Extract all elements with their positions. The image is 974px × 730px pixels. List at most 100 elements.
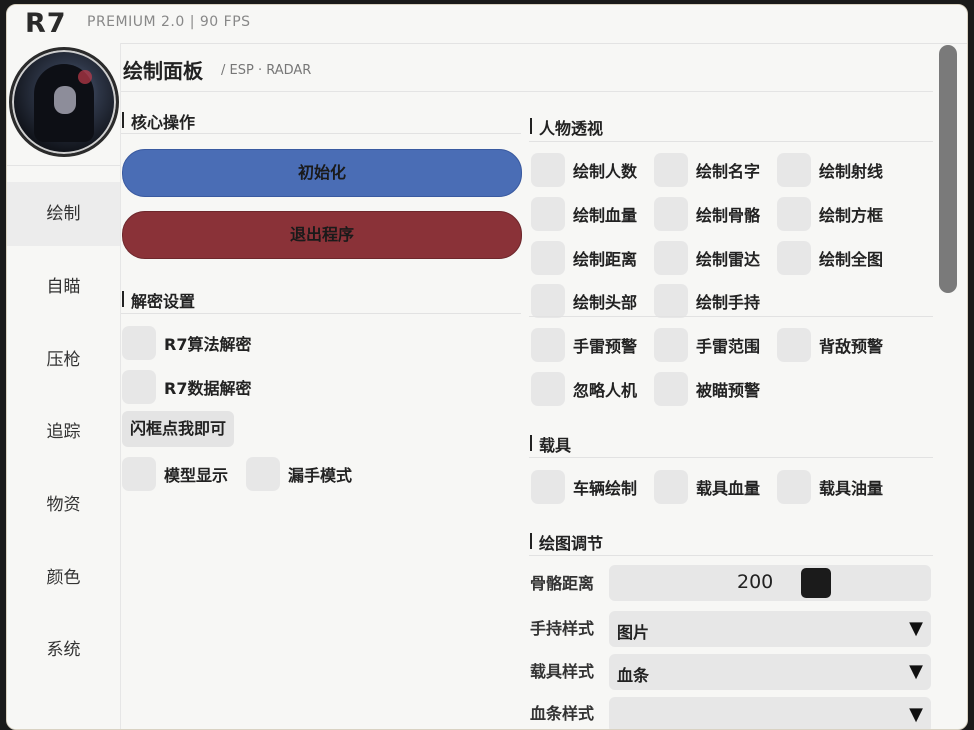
checkbox-box[interactable]	[777, 241, 811, 275]
sidebar-item-aimbot[interactable]: 自瞄	[7, 255, 120, 319]
checkbox-box[interactable]	[777, 470, 811, 504]
select-value: 图片	[617, 623, 650, 642]
sidebar-item-draw[interactable]: 绘制	[7, 182, 120, 246]
checkbox-label: 绘制雷达	[696, 250, 761, 269]
sidebar-item-colors[interactable]: 颜色	[7, 546, 120, 610]
checkbox-draw-name[interactable]: 绘制名字	[654, 153, 760, 187]
checkbox-box[interactable]	[654, 372, 688, 406]
avatar-glow	[78, 70, 92, 84]
scrollbar-thumb[interactable]	[939, 45, 957, 293]
checkbox-box[interactable]	[531, 153, 565, 187]
checkbox-box[interactable]	[246, 457, 280, 491]
select-value: 血条	[617, 666, 650, 685]
checkbox-aimed-warning[interactable]: 被瞄预警	[654, 372, 760, 406]
checkbox-box[interactable]	[531, 284, 565, 318]
flash-frame-button[interactable]: 闪框点我即可	[122, 411, 235, 447]
avatar-face	[54, 86, 76, 114]
hand-style-select[interactable]: 图片 ▼	[609, 611, 931, 647]
checkbox-label: R7数据解密	[164, 379, 252, 398]
section-decrypt: 解密设置	[121, 288, 195, 312]
checkbox-algo-decrypt[interactable]: R7算法解密	[122, 326, 251, 360]
checkbox-draw-fullmap[interactable]: 绘制全图	[777, 241, 883, 275]
section-adjust: 绘图调节	[529, 530, 603, 554]
health-style-select[interactable]: ▼	[609, 697, 931, 729]
scrollbar[interactable]	[939, 45, 957, 729]
esp-divider	[529, 141, 933, 142]
checkbox-label: 绘制人数	[573, 162, 638, 181]
vehicle-style-select[interactable]: 血条 ▼	[609, 654, 931, 690]
checkbox-draw-skeleton[interactable]: 绘制骨骼	[654, 197, 760, 231]
checkbox-draw-health[interactable]: 绘制血量	[531, 197, 637, 231]
checkbox-grenade-warning[interactable]: 手雷预警	[531, 328, 637, 362]
checkbox-box[interactable]	[531, 470, 565, 504]
app-window: R7 PREMIUM 2.0 | 90 FPS 绘制 自瞄 压枪 追踪 物资 颜…	[6, 4, 968, 730]
checkbox-vehicle-fuel[interactable]: 载具油量	[777, 470, 883, 504]
dropdown-arrow-icon[interactable]: ▼	[909, 661, 923, 682]
skeleton-distance-label: 骨骼距离	[530, 574, 595, 593]
checkbox-draw-ray[interactable]: 绘制射线	[777, 153, 883, 187]
app-subtitle: PREMIUM 2.0 | 90 FPS	[87, 14, 251, 30]
slider-knob[interactable]	[801, 568, 831, 598]
checkbox-box[interactable]	[654, 241, 688, 275]
init-button[interactable]: 初始化	[122, 149, 522, 197]
checkbox-box[interactable]	[654, 153, 688, 187]
checkbox-data-decrypt[interactable]: R7数据解密	[122, 370, 251, 404]
checkbox-box[interactable]	[777, 328, 811, 362]
checkbox-leak-hand[interactable]: 漏手模式	[246, 457, 352, 491]
hand-style-label: 手持样式	[530, 619, 595, 638]
esp-divider-2	[529, 316, 933, 317]
sidebar-divider	[7, 165, 120, 166]
checkbox-box[interactable]	[122, 326, 156, 360]
sidebar-item-system[interactable]: 系统	[7, 618, 120, 682]
sidebar-item-recoil[interactable]: 压枪	[7, 328, 120, 392]
panel-title: 绘制面板	[123, 59, 203, 83]
checkbox-grenade-range[interactable]: 手雷范围	[654, 328, 760, 362]
checkbox-back-enemy-warning[interactable]: 背敌预警	[777, 328, 883, 362]
checkbox-box[interactable]	[122, 457, 156, 491]
checkbox-label: 模型显示	[164, 466, 229, 485]
checkbox-box[interactable]	[777, 153, 811, 187]
checkbox-ignore-bots[interactable]: 忽略人机	[531, 372, 637, 406]
checkbox-label: 被瞄预警	[696, 381, 761, 400]
checkbox-box[interactable]	[654, 470, 688, 504]
checkbox-label: 绘制全图	[819, 250, 884, 269]
checkbox-box[interactable]	[654, 197, 688, 231]
checkbox-draw-count[interactable]: 绘制人数	[531, 153, 637, 187]
checkbox-label: 忽略人机	[573, 381, 638, 400]
checkbox-model-display[interactable]: 模型显示	[122, 457, 228, 491]
vehicle-divider	[529, 457, 933, 458]
checkbox-label: 手雷范围	[696, 337, 761, 356]
exit-button[interactable]: 退出程序	[122, 211, 522, 259]
checkbox-box[interactable]	[531, 197, 565, 231]
dropdown-arrow-icon[interactable]: ▼	[909, 618, 923, 639]
checkbox-draw-box[interactable]: 绘制方框	[777, 197, 883, 231]
checkbox-box[interactable]	[654, 284, 688, 318]
title-divider	[121, 91, 933, 92]
checkbox-vehicle-draw[interactable]: 车辆绘制	[531, 470, 637, 504]
sidebar-item-tracking[interactable]: 追踪	[7, 400, 120, 464]
checkbox-draw-held[interactable]: 绘制手持	[654, 284, 760, 318]
checkbox-label: 绘制骨骼	[696, 206, 761, 225]
sidebar-item-items[interactable]: 物资	[7, 473, 120, 537]
checkbox-label: 绘制头部	[573, 293, 638, 312]
main-content: 绘制面板 / ESP · RADAR 核心操作 初始化 退出程序 解密设置 R7…	[121, 43, 933, 729]
checkbox-draw-radar[interactable]: 绘制雷达	[654, 241, 760, 275]
checkbox-label: 背敌预警	[819, 337, 884, 356]
decrypt-divider	[121, 313, 521, 314]
checkbox-box[interactable]	[531, 372, 565, 406]
vehicle-style-label: 载具样式	[530, 662, 595, 681]
checkbox-box[interactable]	[122, 370, 156, 404]
section-core-ops: 核心操作	[121, 109, 195, 133]
dropdown-arrow-icon[interactable]: ▼	[909, 704, 923, 725]
checkbox-vehicle-health[interactable]: 载具血量	[654, 470, 760, 504]
checkbox-box[interactable]	[531, 328, 565, 362]
checkbox-box[interactable]	[777, 197, 811, 231]
checkbox-box[interactable]	[531, 241, 565, 275]
checkbox-label: 绘制距离	[573, 250, 638, 269]
checkbox-draw-head[interactable]: 绘制头部	[531, 284, 637, 318]
skeleton-distance-slider[interactable]: 200	[609, 565, 931, 601]
checkbox-box[interactable]	[654, 328, 688, 362]
checkbox-draw-distance[interactable]: 绘制距离	[531, 241, 637, 275]
health-style-label: 血条样式	[530, 704, 595, 723]
core-divider	[121, 133, 521, 134]
